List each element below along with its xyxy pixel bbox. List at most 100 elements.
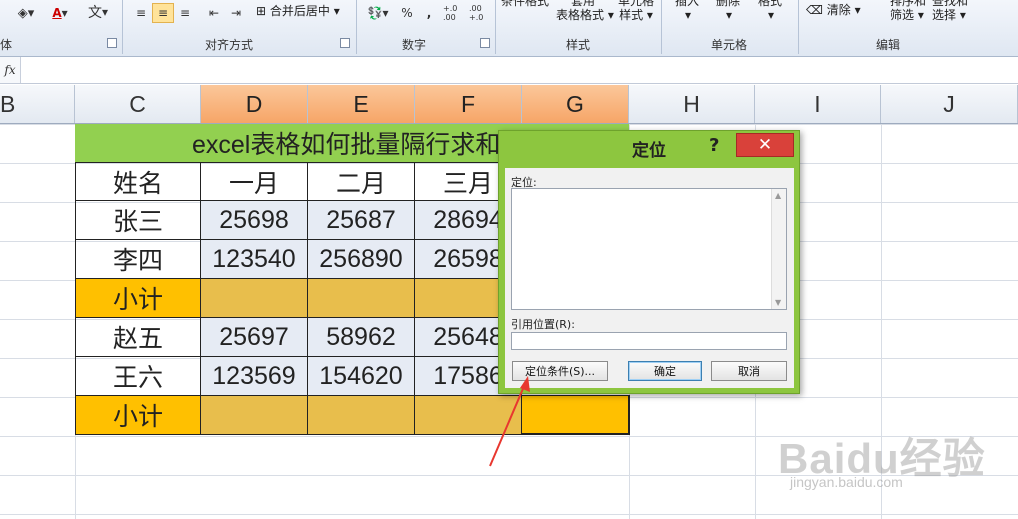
ok-button[interactable]: 确定: [628, 361, 702, 381]
column-header-j[interactable]: J: [881, 85, 1018, 123]
increase-decimal-button[interactable]: +.0 .00: [442, 3, 468, 23]
subtotal-cell[interactable]: [200, 395, 308, 435]
column-header-f[interactable]: F: [415, 85, 522, 123]
fill-color-button[interactable]: ◈▾: [10, 3, 42, 23]
format-button[interactable]: 格式 ▾: [758, 0, 782, 22]
eraser-icon: ⌫: [806, 3, 823, 17]
header-cell-feb[interactable]: 二月: [307, 162, 415, 201]
clear-label: 清除: [826, 3, 851, 17]
insert-function-icon[interactable]: fx: [0, 57, 21, 83]
ribbon: ◈▾ A ▾ 文 ▾ 体 ≡ ≡ ≡ ⇤ ⇥ ⊞ 合并后居中 ▾ 对齐方式 💱▾ %…: [0, 0, 1018, 57]
decrease-indent-icon: ⇤: [208, 6, 220, 20]
decrease-indent-button[interactable]: ⇤: [203, 3, 225, 23]
column-header-i[interactable]: I: [755, 85, 881, 123]
delete-arrow-icon: ▾: [726, 8, 733, 22]
formula-input[interactable]: [22, 57, 1018, 83]
percent-button[interactable]: %: [396, 3, 418, 23]
group-label-number: 数字: [402, 38, 427, 52]
clear-button[interactable]: ⌫ 清除 ▾: [806, 3, 861, 17]
font-color-button[interactable]: A ▾: [44, 3, 76, 23]
row-name-cell[interactable]: 王六: [75, 356, 201, 396]
sort-filter-button[interactable]: 排序和 筛选 ▾: [890, 0, 926, 22]
value-cell[interactable]: 123540: [200, 239, 308, 279]
cond-format-label: 条件格式: [501, 0, 550, 8]
close-button[interactable]: ✕: [736, 133, 794, 157]
align-left-icon: ≡: [135, 6, 147, 20]
group-separator: [495, 0, 496, 54]
column-header-c[interactable]: C: [75, 85, 201, 123]
baidu-watermark-url: jingyan.baidu.com: [790, 474, 903, 490]
value-cell[interactable]: 58962: [307, 317, 415, 357]
subtotal-label-cell[interactable]: 小计: [75, 278, 201, 318]
sort-label-2-wrap: 筛选 ▾: [890, 8, 924, 22]
align-center-button[interactable]: ≡: [152, 3, 174, 23]
phonetic-icon: 文: [87, 5, 102, 21]
value-cell[interactable]: 256890: [307, 239, 415, 279]
value-cell[interactable]: 25697: [200, 317, 308, 357]
group-label-styles: 样式: [566, 38, 591, 52]
format-arrow-icon: ▾: [768, 8, 775, 22]
alignment-launcher-icon[interactable]: [340, 38, 350, 48]
find-select-button[interactable]: 查找和 选择 ▾: [932, 0, 968, 22]
group-separator: [356, 0, 357, 54]
column-header-e[interactable]: E: [308, 85, 415, 123]
scroll-up-icon[interactable]: ▲: [775, 191, 781, 200]
header-cell-jan[interactable]: 一月: [200, 162, 308, 201]
delete-label: 删除: [716, 0, 741, 8]
group-separator: [122, 0, 123, 54]
comma-button[interactable]: ,: [418, 3, 440, 23]
subtotal-cell[interactable]: [307, 395, 415, 435]
scroll-down-icon[interactable]: ▼: [775, 298, 781, 307]
column-header-d[interactable]: D: [201, 85, 308, 123]
accounting-format-button[interactable]: 💱▾: [362, 3, 394, 23]
table-format-button[interactable]: 套用 表格格式 ▾: [556, 0, 614, 22]
group-separator: [798, 0, 799, 54]
table-format-label-2-wrap: 表格格式 ▾: [556, 8, 614, 22]
column-header-b[interactable]: B: [0, 85, 75, 123]
subtotal-label-cell[interactable]: 小计: [75, 395, 201, 435]
row-name-cell[interactable]: 张三: [75, 200, 201, 240]
decrease-decimal-button[interactable]: .00 +.0: [468, 3, 494, 23]
cell-style-button[interactable]: 单元格 样式 ▾: [616, 0, 656, 22]
header-cell-name[interactable]: 姓名: [75, 162, 201, 201]
conditional-format-button[interactable]: 条件格式: [501, 0, 549, 8]
cell-style-label-2-wrap: 样式 ▾: [619, 8, 653, 22]
align-right-icon: ≡: [179, 6, 191, 20]
arrow-shaft: [489, 383, 526, 467]
font-launcher-icon[interactable]: [107, 38, 117, 48]
cell-style-label-1: 单元格: [617, 0, 654, 8]
row-name-cell[interactable]: 李四: [75, 239, 201, 279]
reference-label: 引用位置(R):: [511, 318, 575, 331]
insert-label: 插入: [675, 0, 700, 8]
phonetic-button[interactable]: 文 ▾: [82, 2, 114, 22]
row-name-cell[interactable]: 赵五: [75, 317, 201, 357]
group-label-editing: 编辑: [876, 38, 901, 52]
align-left-button[interactable]: ≡: [130, 3, 152, 23]
merge-icon: ⊞: [256, 4, 267, 18]
help-icon[interactable]: ?: [709, 135, 719, 156]
merge-center-button[interactable]: ⊞ 合并后居中 ▾: [256, 4, 340, 18]
format-label: 格式: [758, 0, 783, 8]
annotation-arrow-icon: [489, 376, 530, 467]
value-cell[interactable]: 154620: [307, 356, 415, 396]
group-label-font: 体: [0, 38, 13, 52]
find-label-2-wrap: 选择 ▾: [932, 8, 966, 22]
value-cell[interactable]: 25687: [307, 200, 415, 240]
column-header-g[interactable]: G: [522, 85, 629, 123]
subtotal-cell[interactable]: [307, 278, 415, 318]
sort-label-1: 排序和: [890, 0, 927, 8]
insert-button[interactable]: 插入 ▾: [675, 0, 699, 22]
cancel-button[interactable]: 取消: [711, 361, 787, 381]
column-header-h[interactable]: H: [629, 85, 755, 123]
subtotal-cell[interactable]: [200, 278, 308, 318]
number-launcher-icon[interactable]: [480, 38, 490, 48]
align-right-button[interactable]: ≡: [174, 3, 196, 23]
goto-list-scrollbar[interactable]: ▲ ▼: [771, 189, 786, 309]
increase-indent-button[interactable]: ⇥: [225, 3, 247, 23]
delete-button[interactable]: 删除 ▾: [716, 0, 740, 22]
value-cell[interactable]: 25698: [200, 200, 308, 240]
value-cell[interactable]: 123569: [200, 356, 308, 396]
goto-list[interactable]: ▲ ▼: [511, 188, 787, 310]
find-label-1: 查找和: [932, 0, 969, 8]
reference-input[interactable]: [511, 332, 787, 350]
